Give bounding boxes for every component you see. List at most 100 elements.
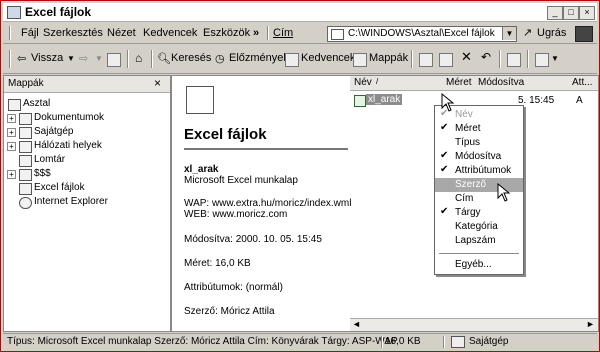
search-icon[interactable]: 🔍︎ (157, 52, 171, 65)
column-size[interactable]: Méret (446, 77, 472, 88)
home-icon[interactable]: ⌂ (135, 51, 142, 65)
favorites-icon[interactable] (285, 53, 299, 67)
folders-pane-close-button[interactable]: × (154, 76, 161, 90)
minimize-button[interactable]: _ (547, 6, 563, 20)
title-underline (184, 148, 348, 150)
menu-item-size[interactable]: ✔ Méret (435, 122, 523, 136)
separator (267, 26, 269, 40)
expand-icon[interactable]: + (7, 170, 16, 179)
tree-item-label: Sajátgép (34, 126, 74, 137)
views-dropdown-icon[interactable]: ▼ (551, 54, 559, 63)
windows-logo-icon (575, 26, 593, 42)
menu-item-pages[interactable]: Lapszám (435, 234, 523, 248)
folders-icon[interactable] (353, 53, 367, 67)
close-button[interactable]: × (579, 6, 595, 20)
author-info: Szerző: Móricz Attila (184, 306, 275, 317)
menu-more-chevron[interactable]: » (253, 27, 259, 39)
tree-item-label: Internet Explorer (34, 196, 108, 207)
address-label: Cím (273, 27, 294, 39)
explorer-window: Excel fájlok _ □ × Fájl Szerkesztés Néze… (0, 0, 600, 352)
scroll-right-icon[interactable]: ► (586, 319, 595, 329)
address-field[interactable]: C:\WINDOWS\Asztal\Excel fájlok ▼ (327, 26, 517, 42)
window-title: Excel fájlok (25, 5, 92, 19)
separator (151, 50, 153, 68)
move-to-icon[interactable] (419, 53, 433, 67)
menu-tools[interactable]: Eszközök (203, 27, 250, 39)
selected-file-name: xl_arak (184, 164, 219, 175)
go-arrow-icon[interactable]: ↗ (523, 26, 532, 39)
menu-file[interactable]: Fájl (21, 27, 39, 39)
address-value: C:\WINDOWS\Asztal\Excel fájlok (348, 28, 495, 39)
maximize-button[interactable]: □ (563, 6, 579, 20)
details-column-header: Név / Méret Módosítva Att... (350, 76, 598, 91)
folders-pane-header: Mappák × (4, 76, 170, 93)
forward-arrow-icon[interactable]: ⇨ (79, 52, 88, 65)
forward-dropdown-icon[interactable]: ▼ (95, 54, 103, 63)
check-icon: ✔ (440, 150, 449, 161)
menu-item-modified[interactable]: ✔ Módosítva (435, 150, 523, 164)
history-button[interactable]: Előzmények (229, 52, 289, 64)
history-icon[interactable]: ◷ (215, 52, 225, 65)
file-name-cell[interactable]: xl_arak (366, 94, 403, 105)
toolbar-grip (9, 26, 11, 40)
check-icon: ✔ (440, 122, 449, 133)
wap-link[interactable]: WAP: www.extra.hu/moricz/index.wml (184, 198, 351, 209)
content-pane: Excel fájlok xl_arak Microsoft Excel mun… (171, 75, 599, 332)
tree-item-label: Hálózati helyek (34, 140, 102, 151)
expand-icon[interactable]: + (7, 114, 16, 123)
horizontal-scrollbar[interactable]: ◄ ► (350, 318, 598, 331)
status-text: Típus: Microsoft Excel munkalap Szerző: … (7, 336, 398, 347)
network-icon (19, 141, 32, 153)
separator (411, 50, 413, 68)
menu-item-attributes[interactable]: ✔ Attribútumok (435, 164, 523, 178)
folders-pane: Mappák × Asztal + Dokumentumok + Sajátgé… (3, 75, 171, 332)
copy-to-icon[interactable] (439, 53, 453, 67)
tree-item-label: Excel fájlok (34, 182, 85, 193)
folders-pane-title: Mappák (8, 78, 44, 89)
folder-title: Excel fájlok (184, 126, 267, 143)
separator (443, 336, 445, 348)
back-arrow-icon[interactable]: ⇦ (17, 52, 26, 65)
search-button[interactable]: Keresés (171, 52, 211, 64)
web-view-info-panel: Excel fájlok xl_arak Microsoft Excel mun… (172, 76, 351, 318)
undo-icon[interactable]: ↶ (481, 50, 491, 64)
address-dropdown-arrow-icon[interactable]: ▼ (502, 27, 516, 40)
folder-icon (19, 169, 32, 181)
column-attributes[interactable]: Att... (572, 77, 593, 88)
status-bar: Típus: Microsoft Excel munkalap Szerző: … (3, 333, 597, 350)
favorites-button[interactable]: Kedvencek (301, 52, 355, 64)
menu-item-more[interactable]: Egyéb... (435, 258, 523, 272)
menu-item-subject[interactable]: ✔ Tárgy (435, 206, 523, 220)
menu-bar: Fájl Szerkesztés Nézet Kedvencek Eszközö… (3, 23, 597, 44)
expand-icon[interactable]: + (7, 128, 16, 137)
mouse-pointer-icon (441, 93, 455, 112)
selected-file-type: Microsoft Excel munkalap (184, 175, 298, 186)
internet-explorer-icon (19, 197, 32, 209)
menu-item-type[interactable]: Típus (435, 136, 523, 150)
up-folder-icon[interactable] (107, 53, 121, 67)
menu-favorites[interactable]: Kedvencek (143, 27, 197, 39)
web-link[interactable]: WEB: www.moricz.com (184, 209, 287, 220)
menu-item-category[interactable]: Kategória (435, 220, 523, 234)
check-icon: ✔ (440, 164, 449, 175)
menu-edit[interactable]: Szerkesztés (43, 27, 103, 39)
delete-icon[interactable]: ✕ (461, 49, 472, 65)
column-modified[interactable]: Módosítva (478, 77, 524, 88)
tree-item-label: $$$ (34, 168, 51, 179)
back-button[interactable]: Vissza (31, 52, 63, 64)
separator (381, 336, 383, 348)
expand-icon[interactable]: + (7, 142, 16, 151)
back-dropdown-icon[interactable]: ▼ (67, 54, 75, 63)
excel-file-icon (354, 95, 366, 107)
properties-icon[interactable] (507, 53, 521, 67)
views-icon[interactable] (535, 53, 549, 67)
mouse-pointer-icon (497, 183, 511, 202)
menu-view[interactable]: Nézet (107, 27, 136, 39)
column-name[interactable]: Név (354, 77, 372, 88)
attributes-info: Attribútumok: (normál) (184, 282, 283, 293)
scroll-left-icon[interactable]: ◄ (352, 319, 361, 329)
recycle-bin-icon (19, 155, 32, 167)
title-bar[interactable]: Excel fájlok _ □ × (3, 3, 597, 22)
folders-button[interactable]: Mappák (369, 52, 408, 64)
go-button[interactable]: Ugrás (537, 27, 566, 39)
